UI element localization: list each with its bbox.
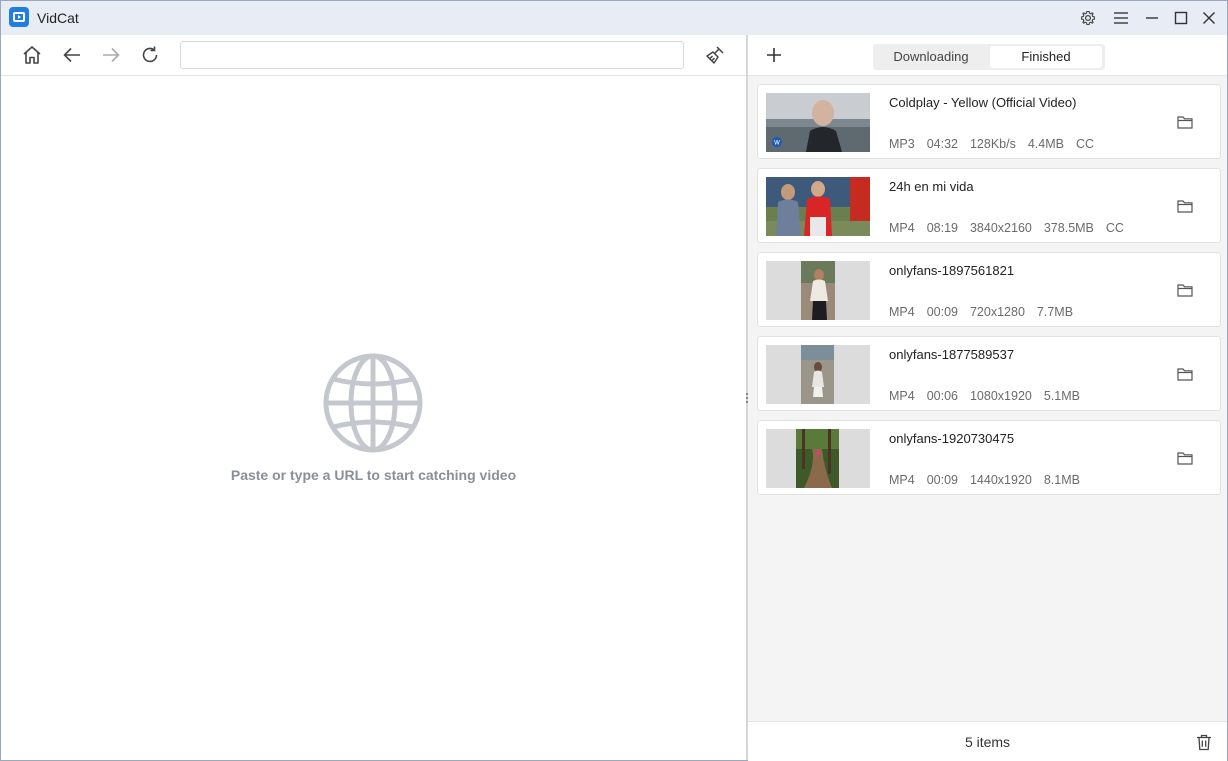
video-meta: MP4 00:09 1440x1920 8.1MB [889, 473, 1092, 487]
video-thumbnail[interactable] [766, 177, 870, 236]
list-item[interactable]: 24h en mi vida MP4 08:19 3840x2160 378.5MB C… [757, 168, 1221, 243]
format-label: MP3 [889, 137, 915, 151]
list-item[interactable]: W Coldplay - Yellow (Official Video) MP3… [757, 84, 1221, 159]
duration-label: 08:19 [926, 221, 958, 235]
open-folder-icon[interactable] [1174, 111, 1196, 133]
downloads-header: Downloading Finished [748, 35, 1227, 76]
trash-icon[interactable] [1193, 731, 1215, 753]
list-item[interactable]: onlyfans-1877589537 MP4 00:06 1080x1920 5.1… [757, 336, 1221, 411]
quality-label: 128Kb/s [969, 137, 1016, 151]
browser-toolbar [1, 35, 746, 76]
duration-label: 00:09 [926, 473, 958, 487]
video-title: onlyfans-1877589537 [889, 347, 1015, 362]
size-label: 5.1MB [1043, 389, 1080, 403]
globe-icon [323, 353, 423, 453]
home-icon[interactable] [16, 39, 48, 71]
video-title: onlyfans-1920730475 [889, 431, 1015, 446]
size-label: 7.7MB [1036, 305, 1074, 319]
app-title: VidCat [37, 10, 79, 26]
format-label: MP4 [889, 473, 915, 487]
video-thumbnail[interactable] [766, 261, 870, 320]
clear-broom-icon[interactable] [699, 39, 731, 71]
quality-label: 1080x1920 [969, 389, 1032, 403]
duration-label: 04:32 [926, 137, 958, 151]
duration-label: 00:06 [926, 389, 958, 403]
minimize-icon[interactable] [1138, 4, 1166, 32]
tab-group: Downloading Finished [873, 44, 1105, 70]
menu-icon[interactable] [1107, 4, 1135, 32]
format-label: MP4 [889, 305, 915, 319]
svg-text:W: W [774, 140, 780, 147]
video-meta: MP3 04:32 128Kb/s 4.4MB CC [889, 137, 1106, 151]
size-label: 4.4MB [1027, 137, 1064, 151]
downloads-pane: Downloading Finished W Coldplay - Yellow… [748, 35, 1227, 761]
video-meta: MP4 08:19 3840x2160 378.5MB CC [889, 221, 1136, 235]
forward-arrow-icon[interactable] [95, 39, 127, 71]
refresh-icon[interactable] [134, 39, 166, 71]
video-title: Coldplay - Yellow (Official Video) [889, 95, 1077, 110]
tab-finished[interactable]: Finished [990, 46, 1102, 68]
video-meta: MP4 00:09 720x1280 7.7MB [889, 305, 1085, 319]
open-folder-icon[interactable] [1174, 363, 1196, 385]
empty-state-hint: Paste or type a URL to start catching vi… [230, 467, 517, 483]
video-title: 24h en mi vida [889, 179, 974, 194]
open-folder-icon[interactable] [1174, 195, 1196, 217]
list-item[interactable]: onlyfans-1897561821 MP4 00:09 720x1280 7.7M… [757, 252, 1221, 327]
size-label: 8.1MB [1043, 473, 1080, 487]
browser-pane: Paste or type a URL to start catching vi… [1, 35, 746, 760]
finished-list: W Coldplay - Yellow (Official Video) MP3… [757, 84, 1221, 504]
cc-label: CC [1076, 137, 1095, 151]
list-item[interactable]: onlyfans-1920730475 MP4 00:09 1440x1920 8.1… [757, 420, 1221, 495]
quality-label: 1440x1920 [969, 473, 1032, 487]
open-folder-icon[interactable] [1174, 279, 1196, 301]
add-plus-icon[interactable] [762, 43, 786, 67]
video-thumbnail[interactable]: W [766, 93, 870, 152]
back-arrow-icon[interactable] [56, 39, 88, 71]
title-bar: VidCat [1, 1, 1227, 35]
cc-label: CC [1105, 221, 1124, 235]
downloads-footer: 5 items [748, 721, 1227, 761]
quality-label: 3840x2160 [969, 221, 1032, 235]
size-label: 378.5MB [1043, 221, 1094, 235]
format-label: MP4 [889, 221, 915, 235]
url-input[interactable] [180, 41, 684, 69]
open-folder-icon[interactable] [1174, 447, 1196, 469]
app-logo-icon [9, 7, 29, 27]
item-count: 5 items [964, 734, 1011, 750]
maximize-icon[interactable] [1167, 4, 1195, 32]
close-icon[interactable] [1195, 4, 1223, 32]
video-title: onlyfans-1897561821 [889, 263, 1015, 278]
duration-label: 00:09 [926, 305, 958, 319]
app-window: VidCat Paste or type a URL to start catc… [0, 0, 1228, 761]
video-thumbnail[interactable] [766, 429, 870, 488]
format-label: MP4 [889, 389, 915, 403]
tab-downloading[interactable]: Downloading [875, 46, 987, 68]
quality-label: 720x1280 [969, 305, 1025, 319]
settings-gear-icon[interactable] [1074, 4, 1102, 32]
video-thumbnail[interactable] [766, 345, 870, 404]
video-meta: MP4 00:06 1080x1920 5.1MB [889, 389, 1092, 403]
